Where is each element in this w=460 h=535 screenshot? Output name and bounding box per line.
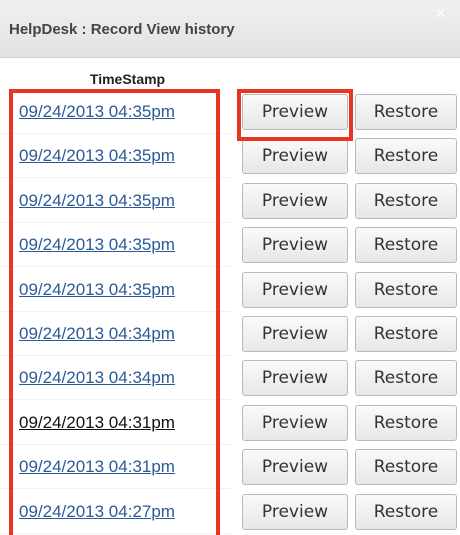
restore-button[interactable]: Restore [355,182,457,219]
table-row: 09/24/2013 04:27pm Preview Restore [0,490,460,534]
table-row: 09/24/2013 04:35pm Preview Restore [0,268,460,312]
table-row: 09/24/2013 04:34pm Preview Restore [0,312,460,356]
timestamp-link[interactable]: 09/24/2013 04:35pm [19,235,175,255]
table-row: 09/24/2013 04:35pm Preview Restore [0,134,460,179]
table-row: 09/24/2013 04:35pm Preview Restore [0,223,460,268]
timestamp-column-header: TimeStamp [89,71,166,87]
restore-button[interactable]: Restore [355,138,457,175]
restore-button[interactable]: Restore [355,449,457,486]
preview-button[interactable]: Preview [242,271,348,308]
preview-button[interactable]: Preview [242,360,348,397]
timestamp-link[interactable]: 09/24/2013 04:34pm [19,324,175,344]
restore-button[interactable]: Restore [355,94,457,130]
timestamp-link[interactable]: 09/24/2013 04:34pm [19,368,175,388]
preview-button[interactable]: Preview [242,449,348,486]
table-row: 09/24/2013 04:31pm Preview Restore [0,445,460,490]
restore-button[interactable]: Restore [355,493,457,530]
timestamp-link[interactable]: 09/24/2013 04:31pm [19,457,175,477]
preview-button[interactable]: Preview [242,227,348,264]
preview-button[interactable]: Preview [242,182,348,219]
restore-button[interactable]: Restore [355,271,457,308]
table-row: 09/24/2013 04:31pm Preview Restore [0,401,460,445]
table-row: 09/24/2013 04:35pm Preview Restore [0,179,460,223]
timestamp-link[interactable]: 09/24/2013 04:35pm [19,191,175,211]
timestamp-link[interactable]: 09/24/2013 04:35pm [19,146,175,166]
close-icon[interactable]: × [435,4,446,22]
table-row: 09/24/2013 04:34pm Preview Restore [0,356,460,401]
preview-button[interactable]: Preview [242,138,348,175]
restore-button[interactable]: Restore [355,404,457,441]
timestamp-link[interactable]: 09/24/2013 04:35pm [19,280,175,300]
timestamp-link[interactable]: 09/24/2013 04:27pm [19,502,175,522]
restore-button[interactable]: Restore [355,316,457,352]
table-row: 09/24/2013 04:35pm Preview Restore [0,90,460,134]
preview-button[interactable]: Preview [242,316,348,352]
timestamp-link[interactable]: 09/24/2013 04:31pm [19,413,175,433]
dialog-title: HelpDesk : Record View history [9,21,235,38]
preview-button[interactable]: Preview [242,94,348,130]
dialog-header: HelpDesk : Record View history × [0,0,460,58]
preview-button[interactable]: Preview [242,404,348,441]
timestamp-link[interactable]: 09/24/2013 04:35pm [19,102,175,122]
preview-button[interactable]: Preview [242,493,348,530]
restore-button[interactable]: Restore [355,227,457,264]
restore-button[interactable]: Restore [355,360,457,397]
